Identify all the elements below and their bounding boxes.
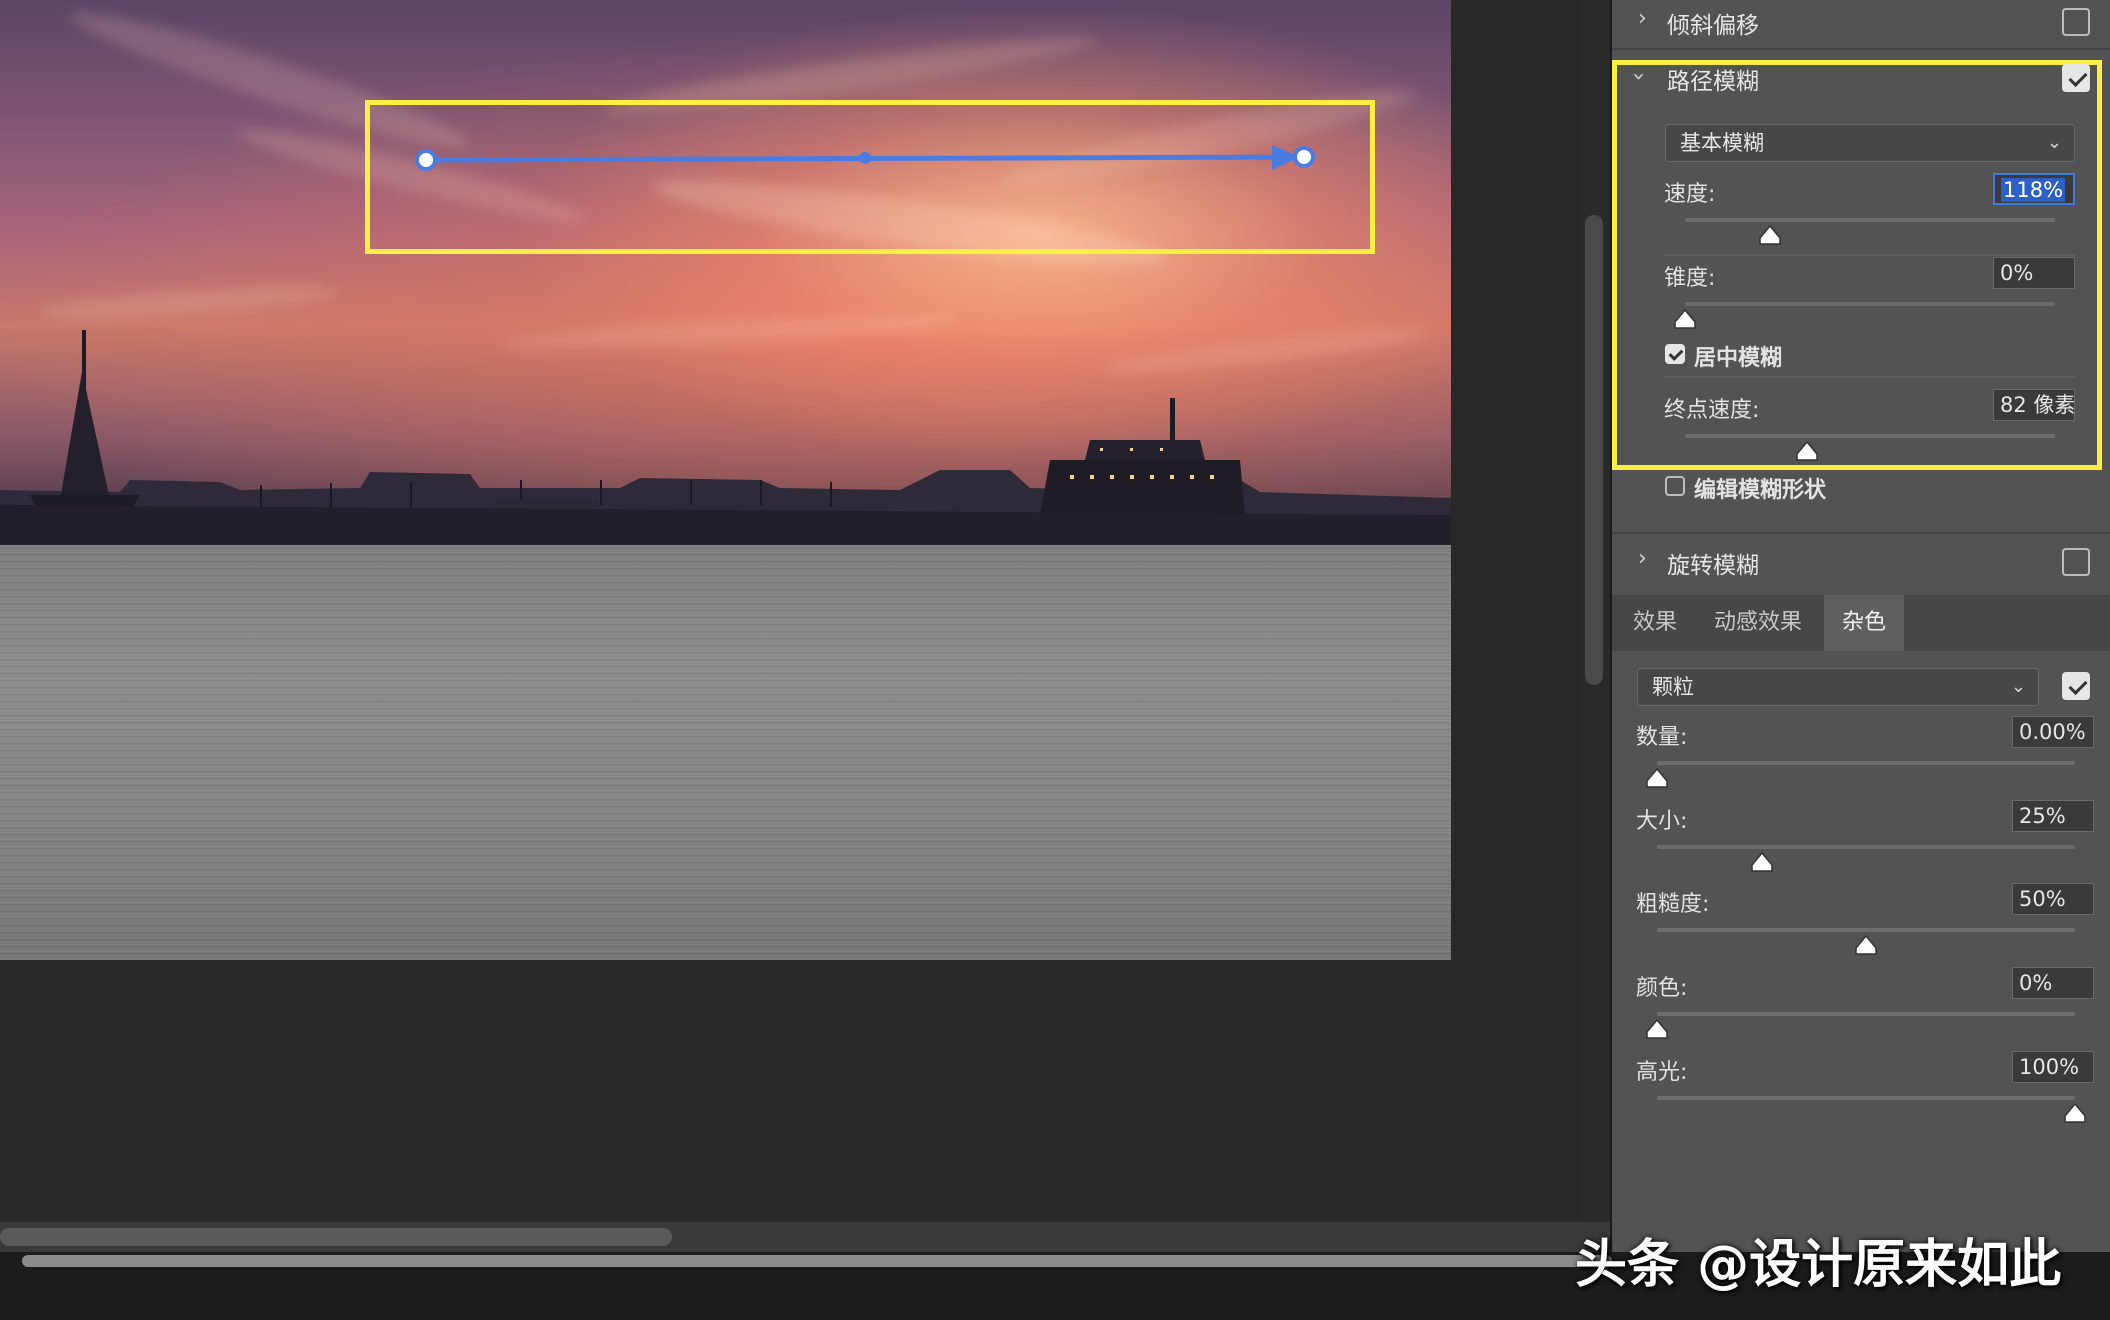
roughness-slider-track[interactable] xyxy=(1657,928,2075,932)
path-end-handle xyxy=(1293,146,1315,168)
chevron-down-icon[interactable]: › xyxy=(1626,72,1651,81)
taper-label: 锥度: xyxy=(1664,266,1716,291)
center-blur-checkbox[interactable] xyxy=(1665,344,1685,364)
highlight-label: 高光: xyxy=(1636,1060,1688,1085)
color-field[interactable]: 0% xyxy=(2012,967,2094,999)
tilt-shift-checkbox[interactable] xyxy=(2062,8,2090,36)
path-mid-handle xyxy=(859,152,871,164)
end-speed-slider-thumb[interactable] xyxy=(1795,440,1819,462)
chevron-down-icon: ⌄ xyxy=(2010,676,2026,697)
color-slider-track[interactable] xyxy=(1657,1012,2075,1016)
taper-slider-thumb[interactable] xyxy=(1673,308,1697,330)
amount-label: 数量: xyxy=(1636,725,1688,750)
harbor-skyline xyxy=(0,330,1451,545)
highlight-field[interactable]: 100% xyxy=(2012,1051,2094,1083)
noise-type-select[interactable]: 颗粒 ⌄ xyxy=(1637,668,2039,706)
size-slider-track[interactable] xyxy=(1657,845,2075,849)
watermark: 头条 @设计原来如此 xyxy=(1575,1235,2062,1295)
color-label: 颜色: xyxy=(1636,976,1688,1001)
amount-slider-thumb[interactable] xyxy=(1645,767,1669,789)
chevron-right-icon[interactable]: › xyxy=(1638,6,1647,31)
path-blur-checkbox[interactable] xyxy=(2062,64,2090,92)
highlight-slider-track[interactable] xyxy=(1657,1096,2075,1100)
tab-motion-effects[interactable]: 动感效果 xyxy=(1702,595,1814,651)
end-speed-field[interactable]: 82 像素 xyxy=(1993,389,2075,421)
highlight-slider-thumb[interactable] xyxy=(2063,1102,2087,1124)
amount-slider-track[interactable] xyxy=(1657,761,2075,765)
horizontal-scrollbar-thumb[interactable] xyxy=(0,1228,672,1246)
noise-enabled-checkbox[interactable] xyxy=(2062,672,2090,700)
size-field[interactable]: 25% xyxy=(2012,800,2094,832)
speed-slider-thumb[interactable] xyxy=(1758,224,1782,246)
edit-blur-shape-checkbox[interactable] xyxy=(1665,476,1685,496)
amount-field[interactable]: 0.00% xyxy=(2012,716,2094,748)
speed-slider-track[interactable] xyxy=(1685,218,2055,222)
taper-slider-track[interactable] xyxy=(1685,302,2055,306)
blur-path-overlay[interactable] xyxy=(0,0,1451,300)
size-label: 大小: xyxy=(1636,809,1688,834)
center-blur-label[interactable]: 居中模糊 xyxy=(1694,340,1782,372)
taper-field[interactable]: 0% xyxy=(1993,257,2075,289)
tilt-shift-title[interactable]: 倾斜偏移 xyxy=(1667,6,1759,40)
spin-blur-title[interactable]: 旋转模糊 xyxy=(1667,546,1759,580)
chevron-right-icon[interactable]: › xyxy=(1638,546,1647,571)
path-blur-title[interactable]: 路径模糊 xyxy=(1667,62,1759,96)
chevron-down-icon: ⌄ xyxy=(2046,132,2062,153)
bottom-progress-bar xyxy=(22,1255,1612,1267)
tab-noise[interactable]: 杂色 xyxy=(1824,595,1904,651)
speed-label: 速度: xyxy=(1664,182,1716,207)
path-start-handle xyxy=(415,149,437,171)
spin-blur-checkbox[interactable] xyxy=(2062,548,2090,576)
end-speed-label: 终点速度: xyxy=(1664,398,1760,423)
tab-effects[interactable]: 效果 xyxy=(1620,595,1690,651)
roughness-field[interactable]: 50% xyxy=(2012,883,2094,915)
canvas-area[interactable] xyxy=(0,0,1580,1255)
path-blur-mode-select[interactable]: 基本模糊 ⌄ xyxy=(1665,124,2075,162)
roughness-label: 粗糙度: xyxy=(1636,892,1710,917)
end-speed-slider-track[interactable] xyxy=(1685,434,2055,438)
speed-field[interactable]: 118% xyxy=(1993,173,2075,205)
color-slider-thumb[interactable] xyxy=(1645,1018,1669,1040)
roughness-slider-thumb[interactable] xyxy=(1854,934,1878,956)
blurred-water xyxy=(0,545,1451,960)
vertical-scrollbar-thumb[interactable] xyxy=(1585,215,1603,685)
size-slider-thumb[interactable] xyxy=(1750,851,1774,873)
edit-blur-shape-label[interactable]: 编辑模糊形状 xyxy=(1694,472,1826,504)
